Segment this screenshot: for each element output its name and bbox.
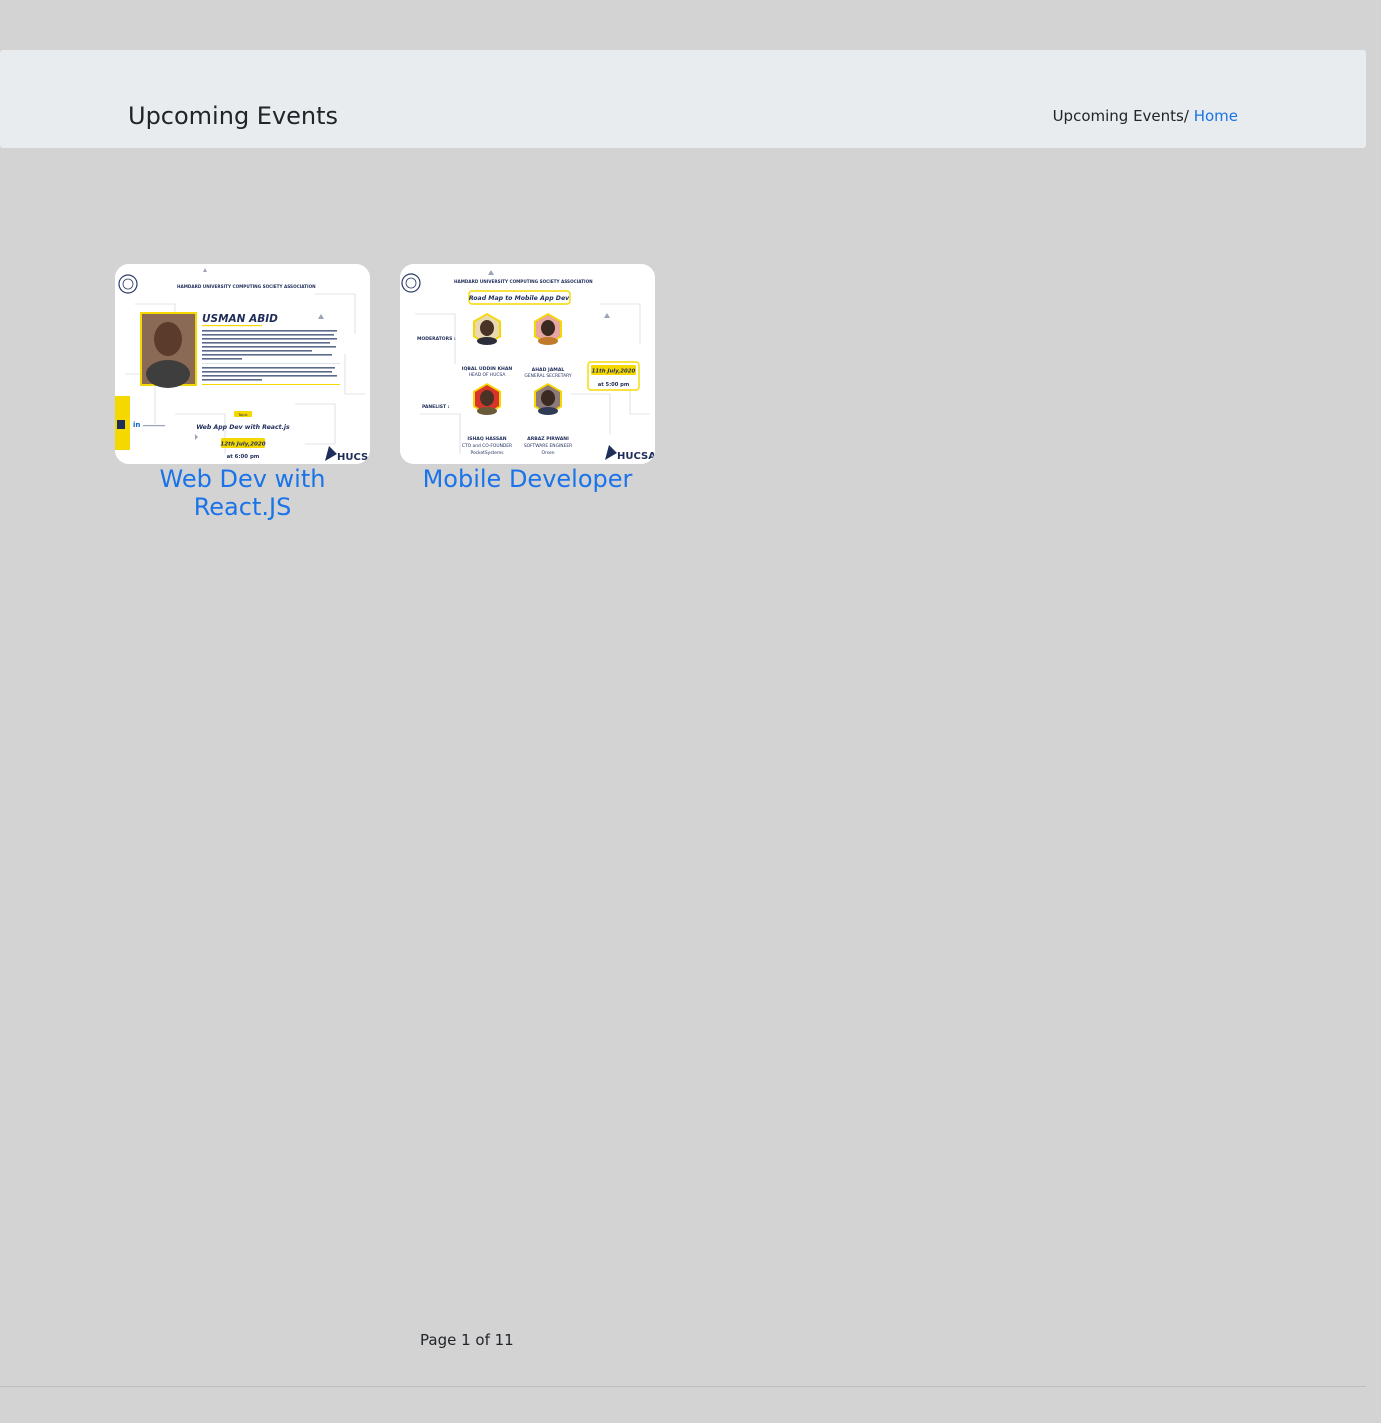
poster-time: at 5:00 pm — [598, 382, 630, 388]
poster-person-name: ARBAZ PIRWANI — [527, 436, 569, 442]
page-header — [0, 50, 1366, 148]
poster-moderators-label: MODERATORS : — [417, 336, 456, 342]
poster-person-org: Orsen — [541, 450, 554, 456]
poster-person-role: HEAD OF HUCSA — [469, 372, 506, 378]
poster-person-name: ISHAQ HASSAN — [467, 436, 506, 442]
poster-person-name: AHAD JAMAL — [532, 367, 565, 373]
poster-person-role: GENERAL SECRETARY — [524, 373, 572, 379]
poster-brand: HUCSA — [617, 451, 655, 462]
poster-mobile-dev: HAMDARD UNIVERSITY COMPUTING SOCIETY ASS… — [400, 264, 655, 464]
poster-person-org: PocketSystems — [470, 450, 504, 456]
event-poster-image[interactable]: HAMDARD UNIVERSITY COMPUTING SOCIETY ASS… — [115, 264, 370, 464]
event-card[interactable]: HAMDARD UNIVERSITY COMPUTING SOCIETY ASS… — [400, 264, 655, 493]
poster-web-dev: HAMDARD UNIVERSITY COMPUTING SOCIETY ASS… — [115, 264, 370, 464]
poster-person-role: CTO and CO-FOUNDER — [462, 443, 512, 449]
poster-org-text: HAMDARD UNIVERSITY COMPUTING SOCIETY ASS… — [454, 279, 593, 284]
poster-time: at 6:00 pm — [227, 454, 260, 460]
event-title-link[interactable]: Web Dev with React.JS — [115, 465, 370, 521]
poster-org-text: HAMDARD UNIVERSITY COMPUTING SOCIETY ASS… — [177, 284, 316, 289]
poster-panelist-label: PANELIST : — [422, 404, 450, 410]
event-title-link[interactable]: Mobile Developer — [400, 465, 655, 493]
poster-topic: Web App Dev with React.js — [196, 423, 290, 431]
linkedin-icon: in — [133, 421, 140, 429]
footer-divider — [0, 1386, 1366, 1387]
poster-date: 12th July,2020 — [220, 442, 265, 448]
event-card[interactable]: HAMDARD UNIVERSITY COMPUTING SOCIETY ASS… — [115, 264, 370, 521]
poster-person-role: SOFTWARE ENGINEER — [524, 443, 572, 449]
poster-date: 11th July,2020 — [592, 369, 636, 375]
poster-brand: HUCSA — [337, 452, 370, 463]
pagination-status: Page 1 of 11 — [420, 1331, 514, 1349]
poster-speaker-name: USMAN ABID — [202, 313, 278, 325]
breadcrumb: Upcoming Events/ Home — [1053, 104, 1238, 128]
breadcrumb-current: Upcoming Events/ — [1052, 107, 1189, 125]
poster-person-name: IQBAL UDDIN KHAN — [462, 366, 513, 372]
poster-topic-label: Topic — [237, 412, 248, 417]
poster-headline: Road Map to Mobile App Dev — [469, 294, 570, 302]
page-title: Upcoming Events — [128, 102, 339, 130]
breadcrumb-home-link[interactable]: Home — [1194, 107, 1238, 125]
event-poster-image[interactable]: HAMDARD UNIVERSITY COMPUTING SOCIETY ASS… — [400, 264, 655, 464]
